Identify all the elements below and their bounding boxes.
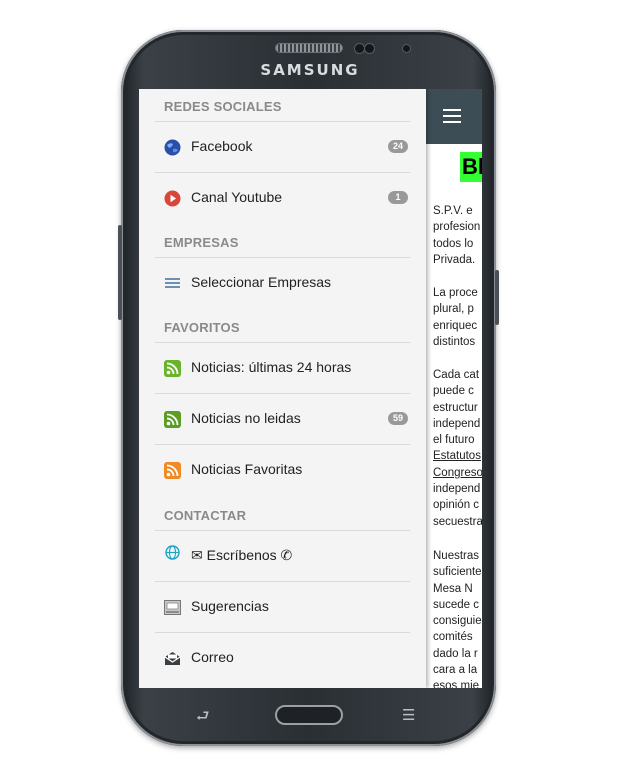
navigation-drawer: REDES SOCIALES Facebook 24 Canal Youtube… — [139, 89, 426, 688]
screen: Bl S.P.V. e profesion todos lo Privada. La… — [139, 89, 482, 688]
paragraph: La proce plural, p enriquec distintos — [433, 287, 478, 348]
brand-logo: SAMSUNG — [260, 61, 360, 79]
paragraph: Nuestras suficiente Mesa Nsucede c consig… — [433, 550, 482, 688]
mail-icon — [163, 649, 181, 667]
drawer-item-label: Canal Youtube — [191, 189, 283, 205]
drawer-item-seleccionar-empresas[interactable]: Seleccionar Empresas — [155, 258, 410, 308]
paragraph: Cada cat puede c estructur independ el fut… — [433, 367, 482, 530]
drawer-item-correo[interactable]: Correo — [155, 633, 410, 683]
link-text[interactable]: Estatutos — [433, 448, 482, 464]
menu-icon[interactable] — [443, 109, 461, 123]
drawer-item-label: Seleccionar Empresas — [191, 274, 332, 290]
rss-icon — [163, 461, 181, 479]
rss-icon — [163, 410, 181, 428]
rss-icon — [163, 359, 181, 377]
youtube-play-icon — [163, 189, 181, 207]
proximity-sensor — [355, 44, 364, 53]
drawer-item-label: Noticias: últimas 24 horas — [191, 359, 352, 375]
menu-button[interactable]: ☰ — [402, 706, 415, 724]
drawer-item-facebook[interactable]: Facebook 24 — [155, 122, 410, 172]
drawer-item-label: Facebook — [191, 138, 253, 154]
link-text[interactable]: Congreso — [433, 465, 482, 481]
suggestion-box-icon — [163, 598, 181, 616]
drawer-item-noticias-24h[interactable]: Noticias: últimas 24 horas — [155, 343, 410, 393]
main-content: Bl S.P.V. e profesion todos lo Privada. La… — [426, 89, 482, 688]
power-button[interactable] — [495, 270, 499, 325]
drawer-item-noticias-favoritas[interactable]: Noticias Favoritas — [155, 445, 410, 495]
paragraph: S.P.V. e profesion todos lo Privada. — [433, 205, 481, 266]
earpiece-speaker — [276, 44, 342, 52]
count-badge: 1 — [388, 191, 408, 204]
drawer-item-sugerencias[interactable]: Sugerencias — [155, 582, 410, 632]
page-heading: Bl — [460, 152, 482, 182]
globe-icon — [163, 138, 181, 156]
back-button[interactable]: ⮐ — [196, 706, 210, 731]
count-badge: 59 — [388, 412, 408, 425]
section-header-favoritos: FAVORITOS — [164, 320, 240, 335]
drawer-item-label: Correo — [191, 649, 234, 665]
drawer-item-label: ✉ Escríbenos ✆ — [191, 547, 293, 563]
front-camera — [403, 45, 410, 52]
drawer-item-label: Noticias Favoritas — [191, 461, 303, 477]
volume-button[interactable] — [118, 225, 122, 320]
section-header-empresas: EMPRESAS — [164, 235, 239, 250]
section-header-redes-sociales: REDES SOCIALES — [164, 99, 282, 114]
drawer-item-noticias-no-leidas[interactable]: Noticias no leidas 59 — [155, 394, 410, 444]
app-bar — [426, 89, 482, 144]
count-badge: 24 — [388, 140, 408, 153]
drawer-item-label: Noticias no leidas — [191, 410, 301, 426]
proximity-sensor — [365, 44, 374, 53]
home-button[interactable] — [275, 705, 343, 725]
section-header-contactar: CONTACTAR — [164, 508, 247, 523]
drawer-item-canal-youtube[interactable]: Canal Youtube 1 — [155, 173, 410, 223]
web-icon — [163, 543, 181, 561]
drawer-item-escribenos[interactable]: ✉ Escríbenos ✆ — [155, 531, 410, 581]
list-icon — [163, 274, 181, 292]
drawer-item-label: Sugerencias — [191, 598, 269, 614]
